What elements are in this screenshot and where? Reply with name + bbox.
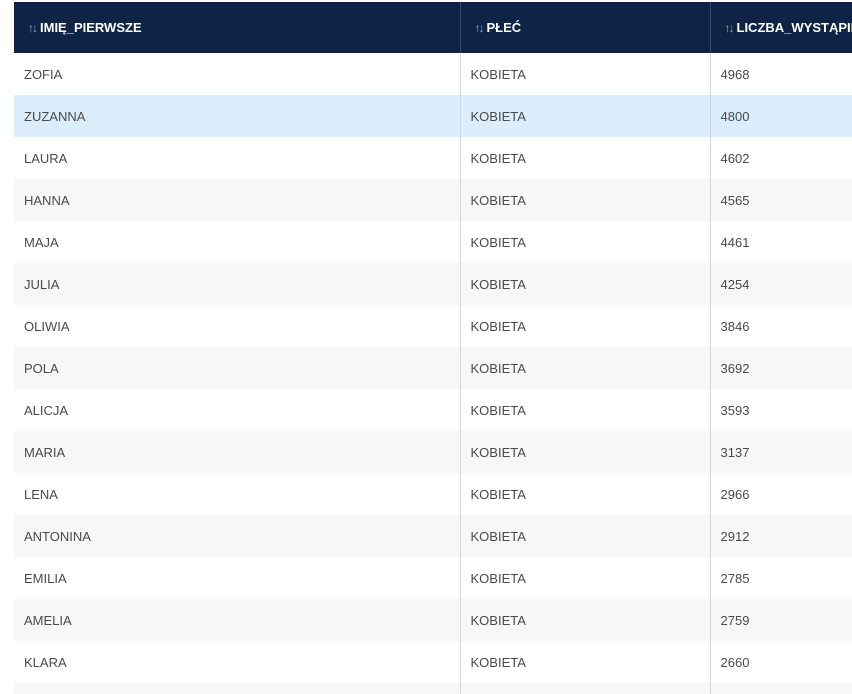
cell-name[interactable]: AMELIA	[14, 599, 461, 641]
cell-name[interactable]: ZOFIA	[14, 53, 461, 95]
cell-name[interactable]: KLARA	[14, 641, 461, 683]
table-row[interactable]: LENA KOBIETA 2966	[14, 473, 852, 515]
column-header-label: LICZBA_WYSTĄPIEŃ	[736, 20, 852, 36]
cell-gender[interactable]: KOBIETA	[460, 221, 711, 263]
cell-gender[interactable]: KOBIETA	[460, 431, 711, 473]
cell-count[interactable]: 3692	[710, 347, 852, 389]
cell-count[interactable]: 3846	[710, 305, 852, 347]
cell-name[interactable]: JULIA	[14, 263, 461, 305]
table-row[interactable]: MARIA KOBIETA 3137	[14, 431, 852, 473]
table-row[interactable]: EMILIA KOBIETA 2785	[14, 557, 852, 599]
cell-count[interactable]: 2785	[710, 557, 852, 599]
cell-name[interactable]: ZUZANNA	[14, 95, 461, 137]
cell-name[interactable]: MAJA	[14, 221, 461, 263]
cell-count[interactable]	[710, 683, 852, 694]
header-row: ↑↓IMIĘ_PIERWSZE ↑↓PŁEĆ ↑↓LICZBA_WYSTĄPIE…	[14, 2, 852, 53]
column-header-label: IMIĘ_PIERWSZE	[40, 20, 142, 36]
cell-name[interactable]: ALICJA	[14, 389, 461, 431]
cell-count[interactable]: 4800	[710, 95, 852, 137]
cell-count[interactable]: 2759	[710, 599, 852, 641]
cell-name[interactable]	[14, 683, 461, 694]
cell-name[interactable]: HANNA	[14, 179, 461, 221]
column-header-liczba-wystapien[interactable]: ↑↓LICZBA_WYSTĄPIEŃ	[710, 2, 852, 53]
cell-gender[interactable]: KOBIETA	[460, 641, 711, 683]
cell-name[interactable]: POLA	[14, 347, 461, 389]
cell-count[interactable]: 2660	[710, 641, 852, 683]
cell-gender[interactable]	[460, 683, 711, 694]
column-header-plec[interactable]: ↑↓ PŁEĆ	[460, 2, 711, 53]
table-row[interactable]: ANTONINA KOBIETA 2912	[14, 515, 852, 557]
cell-name[interactable]: EMILIA	[14, 557, 461, 599]
cell-name[interactable]: LENA	[14, 473, 461, 515]
column-header-imie-pierwsze[interactable]: ↑↓ IMIĘ_PIERWSZE	[14, 2, 461, 53]
cell-name[interactable]: LAURA	[14, 137, 461, 179]
table-row[interactable]: KLARA KOBIETA 2660	[14, 641, 852, 683]
sort-icon[interactable]: ↑↓	[725, 21, 735, 35]
cell-gender[interactable]: KOBIETA	[460, 347, 711, 389]
column-header-label: PŁEĆ	[486, 20, 522, 36]
cell-gender[interactable]: KOBIETA	[460, 53, 711, 95]
cell-name[interactable]: OLIWIA	[14, 305, 461, 347]
cell-gender[interactable]: KOBIETA	[460, 263, 711, 305]
table-row[interactable]: OLIWIA KOBIETA 3846	[14, 305, 852, 347]
cell-count[interactable]: 4968	[710, 53, 852, 95]
cell-gender[interactable]: KOBIETA	[460, 137, 711, 179]
table-row[interactable]: LAURA KOBIETA 4602	[14, 137, 852, 179]
table-body: ZOFIA KOBIETA 4968 ZUZANNA KOBIETA 4800 LAURA K…	[14, 53, 852, 694]
cell-count[interactable]: 3137	[710, 431, 852, 473]
sort-icon[interactable]: ↑↓	[28, 21, 38, 35]
cell-count[interactable]: 4602	[710, 137, 852, 179]
cell-gender[interactable]: KOBIETA	[460, 473, 711, 515]
cell-count[interactable]: 4461	[710, 221, 852, 263]
cell-gender[interactable]: KOBIETA	[460, 179, 711, 221]
cell-gender[interactable]: KOBIETA	[460, 557, 711, 599]
table-row[interactable]: AMELIA KOBIETA 2759	[14, 599, 852, 641]
cell-count[interactable]: 3593	[710, 389, 852, 431]
table-row[interactable]: ZUZANNA KOBIETA 4800	[14, 95, 852, 137]
cell-gender[interactable]: KOBIETA	[460, 305, 711, 347]
cell-count[interactable]: 2912	[710, 515, 852, 557]
cell-gender[interactable]: KOBIETA	[460, 515, 711, 557]
cell-gender[interactable]: KOBIETA	[460, 389, 711, 431]
cell-count[interactable]: 2966	[710, 473, 852, 515]
cell-name[interactable]: ANTONINA	[14, 515, 461, 557]
cell-gender[interactable]: KOBIETA	[460, 599, 711, 641]
data-grid: ↑↓IMIĘ_PIERWSZE ↑↓PŁEĆ ↑↓LICZBA_WYSTĄPIE…	[14, 2, 852, 694]
cell-count[interactable]: 4565	[710, 179, 852, 221]
table-row[interactable]	[14, 683, 852, 694]
table-row[interactable]: HANNA KOBIETA 4565	[14, 179, 852, 221]
table-row[interactable]: POLA KOBIETA 3692	[14, 347, 852, 389]
names-table: ↑↓IMIĘ_PIERWSZE ↑↓PŁEĆ ↑↓LICZBA_WYSTĄPIE…	[14, 2, 852, 694]
table-row[interactable]: ALICJA KOBIETA 3593	[14, 389, 852, 431]
table-row[interactable]: MAJA KOBIETA 4461	[14, 221, 852, 263]
cell-gender[interactable]: KOBIETA	[460, 95, 711, 137]
sort-icon[interactable]: ↑↓	[475, 21, 485, 35]
table-row[interactable]: JULIA KOBIETA 4254	[14, 263, 852, 305]
cell-count[interactable]: 4254	[710, 263, 852, 305]
table-row[interactable]: ZOFIA KOBIETA 4968	[14, 53, 852, 95]
cell-name[interactable]: MARIA	[14, 431, 461, 473]
